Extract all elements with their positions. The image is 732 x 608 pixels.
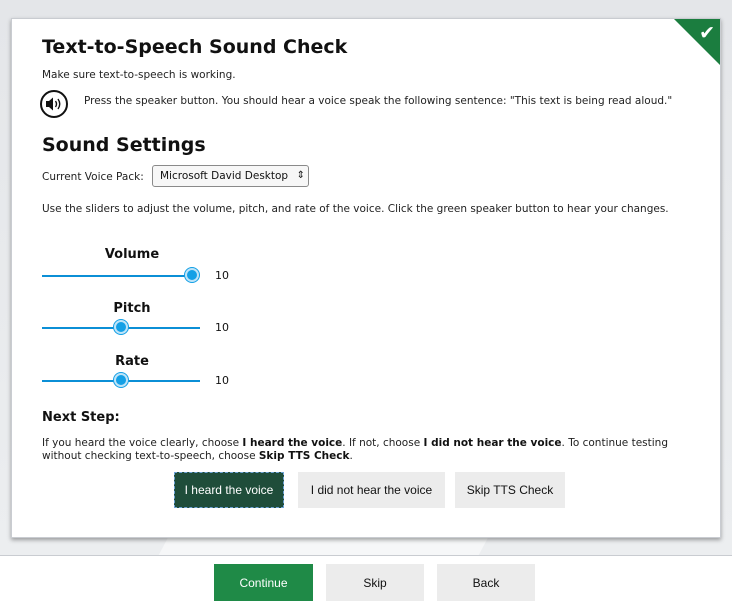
volume-slider-track[interactable] <box>42 275 192 277</box>
speaker-button[interactable] <box>40 90 68 118</box>
skip-button[interactable]: Skip <box>326 564 424 601</box>
next-step-text: If you heard the voice clearly, choose I… <box>42 437 668 462</box>
volume-value: 10 <box>215 269 229 282</box>
sound-settings-title: Sound Settings <box>42 134 206 156</box>
rate-value: 10 <box>215 374 229 387</box>
rate-label: Rate <box>115 354 149 369</box>
pitch-slider-thumb[interactable] <box>114 320 128 334</box>
speaker-instruction: Press the speaker button. You should hea… <box>84 95 673 107</box>
not-heard-bold: I did not hear the voice <box>423 437 562 449</box>
checkmark-icon: ✔ <box>699 22 715 44</box>
slider-description: Use the sliders to adjust the volume, pi… <box>42 203 669 215</box>
sound-check-card: ✔ Text-to-Speech Sound Check Make sure t… <box>11 18 721 538</box>
volume-slider-thumb[interactable] <box>185 268 199 282</box>
page-subtitle: Make sure text-to-speech is working. <box>42 69 236 81</box>
voice-pack-value: Microsoft David Desktop <box>160 170 289 182</box>
heard-voice-button[interactable]: I heard the voice <box>174 472 284 508</box>
pitch-value: 10 <box>215 321 229 334</box>
page-title: Text-to-Speech Sound Check <box>42 36 348 58</box>
back-button[interactable]: Back <box>437 564 535 601</box>
speaker-icon <box>46 97 61 111</box>
heard-voice-bold: I heard the voice <box>242 437 343 449</box>
did-not-hear-voice-button[interactable]: I did not hear the voice <box>298 472 445 508</box>
chevron-updown-icon: ⇕ <box>296 170 305 181</box>
pitch-label: Pitch <box>113 301 151 316</box>
voice-pack-select[interactable]: Microsoft David Desktop ⇕ <box>152 165 309 187</box>
skip-tts-bold: Skip TTS Check <box>258 450 350 462</box>
next-step-title: Next Step: <box>42 410 120 425</box>
volume-label: Volume <box>104 247 160 262</box>
rate-slider-thumb[interactable] <box>114 373 128 387</box>
voice-pack-label: Current Voice Pack: <box>42 171 144 183</box>
skip-tts-check-button[interactable]: Skip TTS Check <box>455 472 565 508</box>
continue-button[interactable]: Continue <box>214 564 313 601</box>
